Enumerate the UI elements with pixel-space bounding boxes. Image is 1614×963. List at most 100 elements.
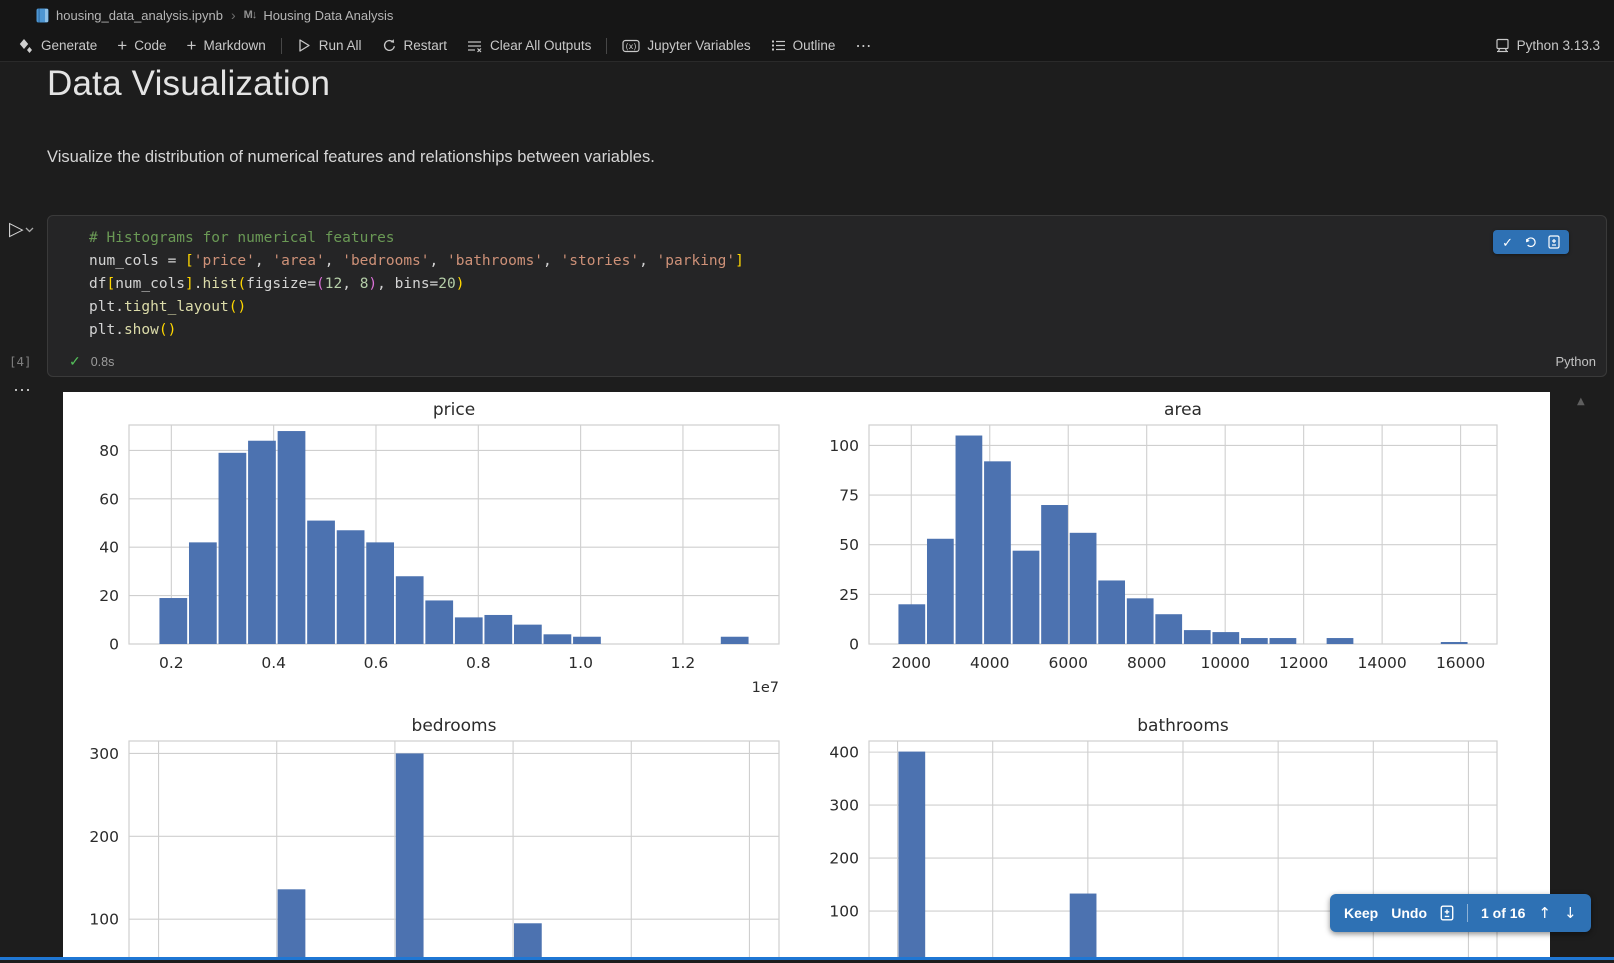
kernel-label: Python 3.13.3	[1517, 38, 1600, 53]
svg-text:50: 50	[839, 536, 859, 554]
histogram-area: area 2000 4000 6000 8000 10000 12000 14000 16000…	[829, 400, 1497, 672]
restart-button[interactable]: Restart	[372, 33, 458, 59]
svg-text:14000: 14000	[1357, 654, 1406, 672]
markdown-section-icon: M↓	[244, 9, 257, 21]
next-edit-arrow-icon[interactable]: ↓	[1564, 904, 1577, 922]
changed-file-icon[interactable]	[1440, 905, 1454, 921]
clear-all-outputs-icon	[467, 39, 483, 53]
toolbar-divider	[606, 38, 607, 54]
svg-text:0: 0	[109, 636, 119, 654]
add-markdown-button[interactable]: + Markdown	[177, 33, 276, 59]
kernel-picker[interactable]: Python 3.13.3	[1495, 38, 1614, 53]
svg-text:price: price	[433, 400, 475, 420]
svg-text:40: 40	[99, 539, 119, 557]
svg-text:200: 200	[89, 828, 119, 846]
edits-counter: 1 of 16	[1481, 905, 1525, 921]
scroll-up-arrow-icon[interactable]: ▲	[1577, 396, 1585, 407]
run-all-button[interactable]: Run All	[287, 33, 372, 59]
ellipsis-icon: ⋯	[855, 36, 872, 56]
cell-output-figure: price0.20.40.60.81.01.20204060801e7area2…	[63, 392, 1550, 957]
svg-text:60: 60	[99, 490, 119, 508]
svg-text:1.2: 1.2	[671, 654, 696, 672]
cell-language[interactable]: Python	[1556, 354, 1596, 369]
previous-edit-arrow-icon[interactable]: ↑	[1538, 904, 1551, 922]
add-code-label: Code	[134, 38, 166, 53]
svg-text:0.6: 0.6	[364, 654, 389, 672]
svg-text:1.0: 1.0	[568, 654, 593, 672]
svg-text:20: 20	[99, 587, 119, 605]
outline-button[interactable]: Outline	[761, 33, 846, 59]
breadcrumb-file[interactable]: housing_data_analysis.ipynb	[56, 8, 223, 23]
svg-text:300: 300	[829, 797, 859, 815]
svg-text:6000: 6000	[1049, 654, 1088, 672]
play-icon: ▷	[9, 218, 24, 240]
svg-text:100: 100	[829, 437, 859, 455]
svg-text:75: 75	[839, 487, 859, 505]
notebook-file-icon	[36, 8, 49, 23]
success-check-icon: ✓	[69, 353, 81, 370]
undo-button[interactable]: Undo	[1391, 905, 1427, 921]
generate-button[interactable]: Generate	[8, 33, 107, 59]
svg-text:bedrooms: bedrooms	[412, 716, 497, 736]
svg-text:10000: 10000	[1201, 654, 1250, 672]
svg-text:16000: 16000	[1436, 654, 1485, 672]
plus-icon: +	[187, 37, 197, 54]
svg-text:100: 100	[89, 911, 119, 929]
toggle-changes-icon[interactable]	[1548, 235, 1560, 249]
run-all-icon	[297, 38, 312, 53]
inline-chat-toolbar: ✓	[1493, 230, 1569, 254]
markdown-paragraph: Visualize the distribution of numerical …	[47, 148, 655, 167]
cell-status-bar: ✓ 0.8s Python	[48, 347, 1606, 376]
svg-text:25: 25	[839, 586, 859, 604]
outline-icon	[771, 39, 786, 52]
svg-text:0.8: 0.8	[466, 654, 491, 672]
accept-changes-icon[interactable]: ✓	[1502, 236, 1513, 249]
code-editor[interactable]: # Histograms for numerical featuresnum_c…	[89, 227, 1546, 342]
more-actions-button[interactable]: ⋯	[845, 33, 882, 59]
svg-text:area: area	[1164, 400, 1202, 420]
svg-text:4000: 4000	[970, 654, 1009, 672]
run-cell-button[interactable]: ▷	[9, 218, 34, 240]
svg-text:(x): (x)	[626, 42, 637, 51]
python-environment-icon	[1495, 38, 1510, 53]
output-more-actions-button[interactable]: ⋯	[13, 380, 32, 401]
chevron-down-icon[interactable]	[25, 227, 34, 233]
sparkle-icon	[18, 38, 34, 54]
code-line: # Histograms for numerical features	[89, 227, 1546, 250]
svg-text:bathrooms: bathrooms	[1137, 716, 1229, 736]
restart-icon	[382, 38, 397, 53]
markdown-heading: Data Visualization	[47, 64, 330, 104]
generate-label: Generate	[41, 38, 97, 53]
svg-text:0: 0	[849, 636, 859, 654]
execution-count: [4]	[9, 354, 32, 369]
keep-button[interactable]: Keep	[1344, 905, 1378, 921]
svg-text:0.2: 0.2	[159, 654, 184, 672]
histogram-price: price0.20.40.60.81.01.20204060801e7	[99, 400, 779, 696]
variables-icon: (x)	[622, 39, 640, 53]
breadcrumb: housing_data_analysis.ipynb › M↓ Housing…	[0, 0, 1614, 30]
edits-review-bar: Keep Undo 1 of 16 ↑ ↓	[1330, 894, 1591, 932]
svg-text:12000: 12000	[1279, 654, 1328, 672]
histogram-bedrooms: bedrooms123456100200300	[89, 716, 779, 957]
notebook-toolbar: Generate + Code + Markdown Run All Resta…	[0, 30, 1614, 62]
outline-label: Outline	[793, 38, 836, 53]
breadcrumb-section[interactable]: Housing Data Analysis	[263, 8, 393, 23]
cell-focus-border	[0, 957, 1614, 960]
clear-all-outputs-button[interactable]: Clear All Outputs	[457, 33, 601, 59]
svg-text:200: 200	[829, 850, 859, 868]
svg-text:8000: 8000	[1127, 654, 1166, 672]
restart-label: Restart	[404, 38, 448, 53]
svg-text:0.4: 0.4	[261, 654, 286, 672]
code-line: num_cols = ['price', 'area', 'bedrooms',…	[89, 250, 1546, 273]
jupyter-variables-label: Jupyter Variables	[647, 38, 750, 53]
svg-text:2000: 2000	[892, 654, 931, 672]
discard-undo-icon[interactable]	[1524, 236, 1537, 249]
code-cell: ▷ [4] # Histograms for numerical feature…	[47, 215, 1607, 377]
clear-all-outputs-label: Clear All Outputs	[490, 38, 591, 53]
add-code-button[interactable]: + Code	[107, 33, 176, 59]
svg-text:300: 300	[89, 745, 119, 763]
svg-text:400: 400	[829, 744, 859, 762]
edits-bar-divider	[1467, 904, 1468, 922]
jupyter-variables-button[interactable]: (x) Jupyter Variables	[612, 33, 760, 59]
run-all-label: Run All	[319, 38, 362, 53]
